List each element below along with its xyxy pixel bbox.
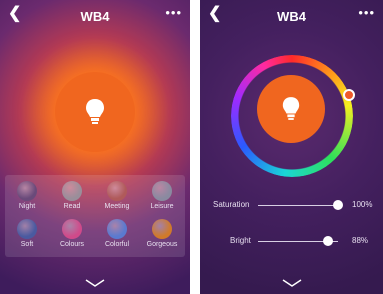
scene-label: Night xyxy=(18,203,36,210)
scene-screen: ❮ WB4 ••• Night Read Meeting Leisure Sof… xyxy=(0,0,190,294)
scene-gorgeous[interactable]: Gorgeous xyxy=(141,219,183,248)
header: ❮ WB4 ••• xyxy=(0,0,190,30)
saturation-slider-knob[interactable] xyxy=(333,200,343,210)
scene-thumbnail xyxy=(62,219,82,239)
scene-thumbnail xyxy=(107,181,127,201)
scene-thumbnail xyxy=(17,181,37,201)
bright-label: Bright xyxy=(230,236,251,245)
chevron-down-icon[interactable] xyxy=(281,278,303,288)
page-title: WB4 xyxy=(277,9,306,24)
bright-value: 88% xyxy=(352,236,369,245)
scene-meeting[interactable]: Meeting xyxy=(96,181,138,210)
more-dots-icon[interactable]: ••• xyxy=(165,6,182,19)
page-title: WB4 xyxy=(80,9,110,24)
scene-label: Read xyxy=(63,203,81,210)
scene-leisure[interactable]: Leisure xyxy=(141,181,183,210)
scene-label: Meeting xyxy=(104,203,130,210)
scene-thumbnail xyxy=(152,181,172,201)
scene-soft[interactable]: Soft xyxy=(6,219,48,248)
saturation-value: 100% xyxy=(352,200,373,209)
header: ❮ WB4 ••• xyxy=(200,0,383,30)
chevron-down-icon[interactable] xyxy=(84,278,106,288)
saturation-slider[interactable] xyxy=(258,205,338,206)
power-button[interactable] xyxy=(55,72,135,152)
color-screen: ❮ WB4 ••• Saturation 100% Bright 88% xyxy=(200,0,383,294)
color-wheel-handle[interactable] xyxy=(343,89,355,101)
lightbulb-icon xyxy=(282,97,300,120)
scene-read[interactable]: Read xyxy=(51,181,93,210)
scene-grid: Night Read Meeting Leisure Soft Colours … xyxy=(5,175,185,257)
scene-thumbnail xyxy=(152,219,172,239)
scene-label: Colours xyxy=(59,241,85,248)
lightbulb-icon xyxy=(86,99,104,124)
scene-label: Gorgeous xyxy=(146,241,178,248)
scene-night[interactable]: Night xyxy=(6,181,48,210)
scene-label: Leisure xyxy=(150,203,174,210)
more-dots-icon[interactable]: ••• xyxy=(358,6,375,19)
bright-slider-knob[interactable] xyxy=(323,236,334,246)
scene-colorful[interactable]: Colorful xyxy=(96,219,138,248)
scene-thumbnail xyxy=(107,219,127,239)
scene-thumbnail xyxy=(62,181,82,201)
scene-thumbnail xyxy=(17,219,37,239)
power-button[interactable] xyxy=(257,75,325,143)
scene-colours[interactable]: Colours xyxy=(51,219,93,248)
scene-label: Soft xyxy=(20,241,34,248)
scene-label: Colorful xyxy=(104,241,130,248)
saturation-label: Saturation xyxy=(213,200,250,209)
